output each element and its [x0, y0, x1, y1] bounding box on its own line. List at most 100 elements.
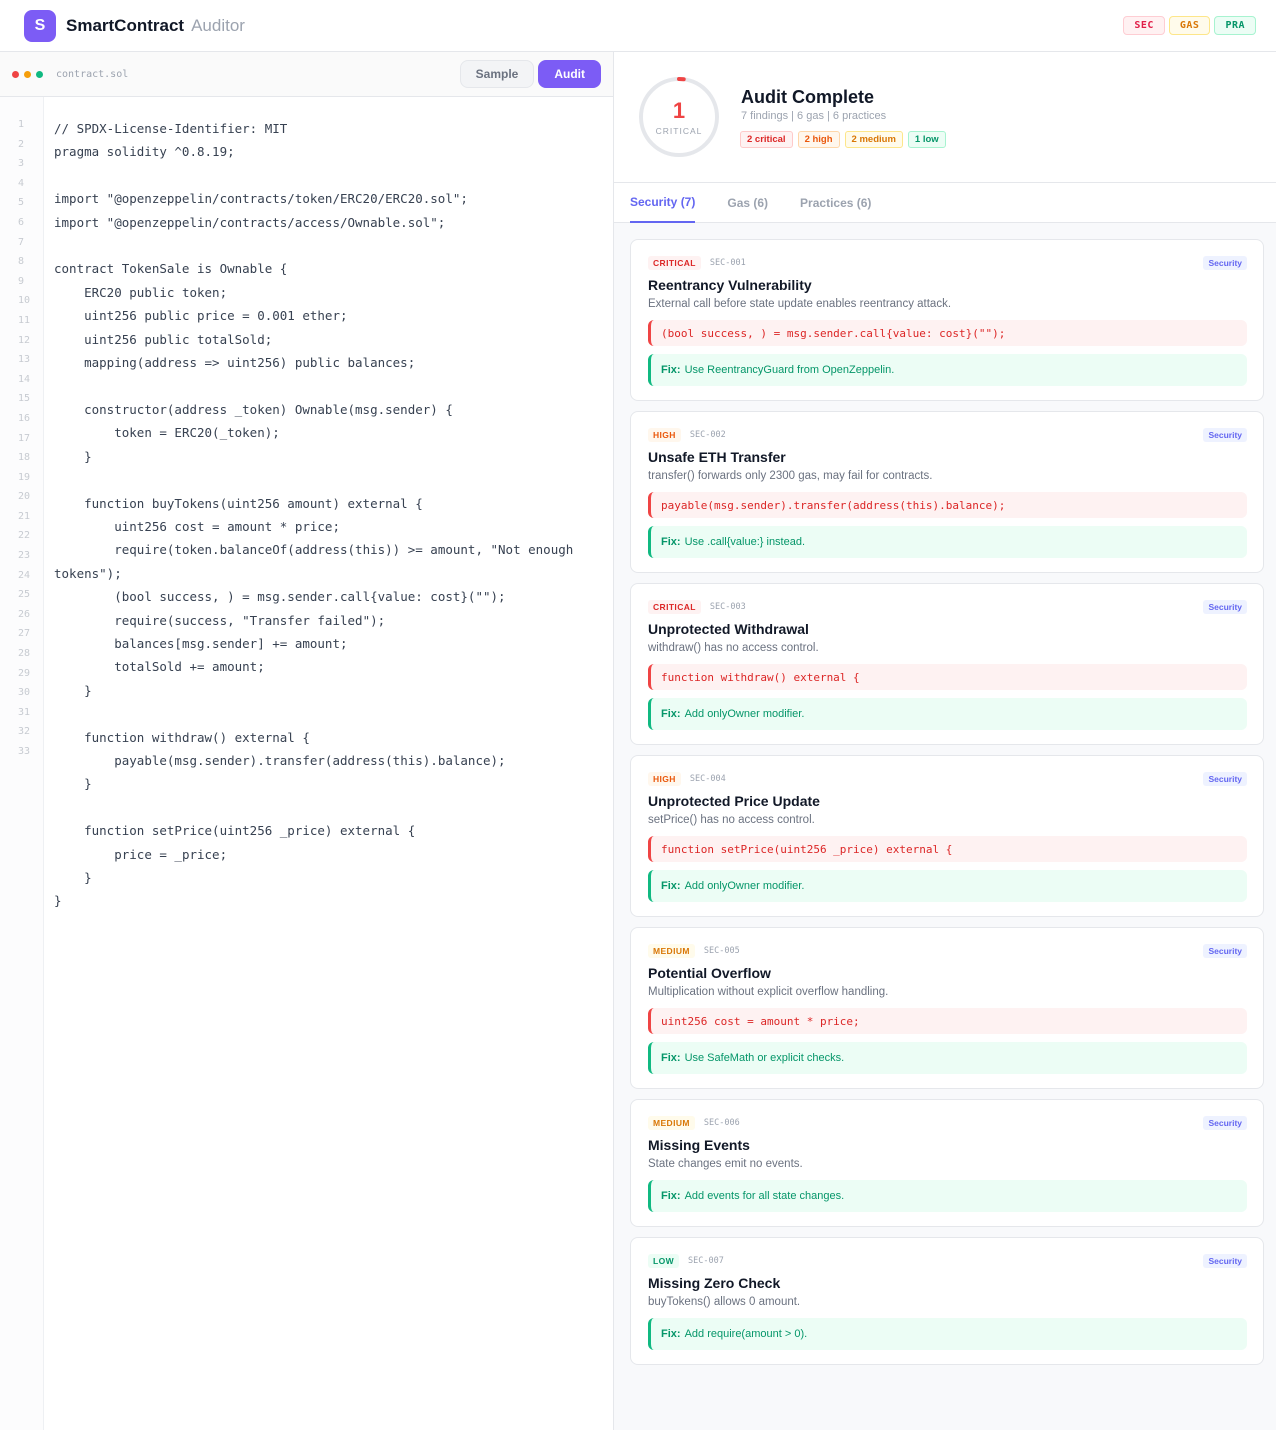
severity-badge: LOW — [648, 1254, 680, 1268]
finding-title: Missing Events — [648, 1137, 750, 1153]
finding-title: Potential Overflow — [648, 965, 771, 981]
line-number: 18 — [18, 452, 31, 464]
finding-card[interactable]: LOW SEC-007 Security Missing Zero Check buyT… — [630, 1237, 1264, 1365]
finding-code-snippet: (bool success, ) = msg.sender.call{value… — [648, 320, 1247, 346]
line-number: 2 — [18, 138, 25, 150]
critical-count-badge: 2 critical — [740, 131, 793, 148]
sample-button[interactable]: Sample — [459, 60, 535, 88]
line-number: 14 — [18, 373, 31, 385]
severity-badge: HIGH — [648, 428, 681, 442]
code-textarea[interactable]: // SPDX-License-Identifier: MIT pragma s… — [54, 117, 599, 913]
finding-header: MEDIUM SEC-006 Security — [648, 1114, 1247, 1132]
finding-card[interactable]: HIGH SEC-004 Security Unprotected Price Upd… — [630, 755, 1264, 917]
line-number: 11 — [18, 314, 31, 326]
fix-text: Add onlyOwner modifier. — [684, 880, 805, 892]
brand-subtitle: Auditor — [191, 15, 245, 35]
finding-header: HIGH SEC-004 Security — [648, 770, 1247, 788]
line-number: 22 — [18, 530, 31, 542]
filename-label: contract.sol — [56, 68, 129, 80]
fix-label: Fix: — [661, 536, 681, 548]
line-number: 30 — [18, 687, 31, 699]
medium-count-badge: 2 medium — [844, 131, 903, 148]
fix-text: Use ReentrancyGuard from OpenZeppelin. — [684, 364, 895, 376]
finding-description: setPrice() has no access control. — [648, 814, 815, 826]
finding-card[interactable]: CRITICAL SEC-001 Security Reentrancy Vulner… — [630, 239, 1264, 401]
tab-practices[interactable]: Practices (6) — [800, 183, 871, 223]
line-number: 25 — [18, 589, 31, 601]
fix-label: Fix: — [661, 708, 681, 720]
line-number: 27 — [18, 628, 31, 640]
line-number: 7 — [18, 236, 25, 248]
line-number: 13 — [18, 354, 31, 366]
tab-security[interactable]: Security (7) — [630, 183, 696, 223]
finding-fix: Fix: Add events for all state changes. — [648, 1180, 1247, 1212]
finding-description: External call before state update enable… — [648, 298, 952, 310]
finding-code-snippet: payable(msg.sender).transfer(address(thi… — [648, 492, 1247, 518]
gas-badge[interactable]: GAS — [1168, 16, 1211, 35]
severity-counts: 2 critical 2 high 2 medium 1 low — [740, 131, 946, 148]
finding-card[interactable]: MEDIUM SEC-006 Security Missing Events State… — [630, 1099, 1264, 1227]
finding-title: Reentrancy Vulnerability — [648, 277, 812, 293]
line-number: 10 — [18, 295, 31, 307]
finding-header: HIGH SEC-002 Security — [648, 426, 1247, 444]
finding-fix: Fix: Add onlyOwner modifier. — [648, 870, 1247, 902]
finding-card[interactable]: HIGH SEC-002 Security Unsafe ETH Transfer tr… — [630, 411, 1264, 573]
severity-badge: MEDIUM — [648, 944, 695, 958]
line-number: 28 — [18, 648, 31, 660]
category-badge: Security — [1203, 428, 1247, 442]
category-badge: Security — [1203, 600, 1247, 614]
severity-badge: CRITICAL — [648, 256, 701, 270]
window-minimize-dot-icon — [24, 70, 31, 78]
fix-text: Use .call{value:} instead. — [684, 536, 806, 548]
finding-title: Missing Zero Check — [648, 1275, 781, 1291]
line-number: 20 — [18, 491, 31, 503]
finding-description: State changes emit no events. — [648, 1158, 803, 1170]
line-number: 15 — [18, 393, 31, 405]
line-number: 4 — [18, 177, 25, 189]
line-number: 23 — [18, 550, 31, 562]
category-badge: Security — [1203, 1116, 1247, 1130]
finding-header: CRITICAL SEC-003 Security — [648, 598, 1247, 616]
line-number: 3 — [18, 158, 25, 170]
line-number: 26 — [18, 608, 31, 620]
fix-text: Add events for all state changes. — [684, 1190, 845, 1202]
score-label: CRITICAL — [655, 126, 703, 136]
sec-badge[interactable]: SEC — [1123, 16, 1165, 35]
audit-button[interactable]: Audit — [538, 60, 601, 88]
finding-card[interactable]: MEDIUM SEC-005 Security Potential Overflow M… — [630, 927, 1264, 1089]
fix-label: Fix: — [661, 880, 681, 892]
finding-code-snippet: uint256 cost = amount * price; — [648, 1008, 1247, 1034]
fix-label: Fix: — [661, 1052, 681, 1064]
severity-badge: MEDIUM — [648, 1116, 695, 1130]
low-count-badge: 1 low — [907, 131, 946, 148]
high-count-badge: 2 high — [797, 131, 840, 148]
tab-gas[interactable]: Gas (6) — [727, 183, 768, 223]
category-badge: Security — [1203, 944, 1247, 958]
line-number: 1 — [18, 119, 25, 130]
finding-title: Unprotected Withdrawal — [648, 621, 809, 637]
severity-badge: HIGH — [648, 772, 681, 786]
finding-fix: Fix: Add onlyOwner modifier. — [648, 698, 1247, 730]
fix-text: Add onlyOwner modifier. — [684, 708, 805, 720]
fix-label: Fix: — [661, 1328, 681, 1340]
fix-text: Add require(amount > 0). — [684, 1328, 808, 1340]
finding-card[interactable]: CRITICAL SEC-003 Security Unprotected Withd… — [630, 583, 1264, 745]
severity-badge: CRITICAL — [648, 600, 701, 614]
line-number: 6 — [18, 216, 25, 228]
line-number: 31 — [18, 706, 31, 718]
code-editor: contract.sol Sample Audit 1 2 3 4 5 6 7 8 9 10 11 1… — [0, 52, 614, 1430]
finding-code-snippet: function withdraw() external { — [648, 664, 1247, 690]
practices-badge[interactable]: PRA — [1214, 16, 1256, 35]
finding-header: CRITICAL SEC-001 Security — [648, 254, 1247, 272]
finding-description: transfer() forwards only 2300 gas, may f… — [648, 470, 933, 482]
brand-name: SmartContract — [66, 15, 185, 35]
audit-summary: 1 CRITICAL Audit Complete 7 findings | 6… — [614, 52, 1276, 183]
finding-title: Unprotected Price Update — [648, 793, 820, 809]
finding-description: buyTokens() allows 0 amount. — [648, 1296, 801, 1308]
finding-description: withdraw() has no access control. — [648, 642, 819, 654]
finding-fix: Fix: Use SafeMath or explicit checks. — [648, 1042, 1247, 1074]
line-number: 29 — [18, 667, 31, 679]
finding-description: Multiplication without explicit overflow… — [648, 986, 889, 998]
finding-id: SEC-001 — [709, 258, 746, 268]
summary-title: Audit Complete — [741, 87, 874, 107]
